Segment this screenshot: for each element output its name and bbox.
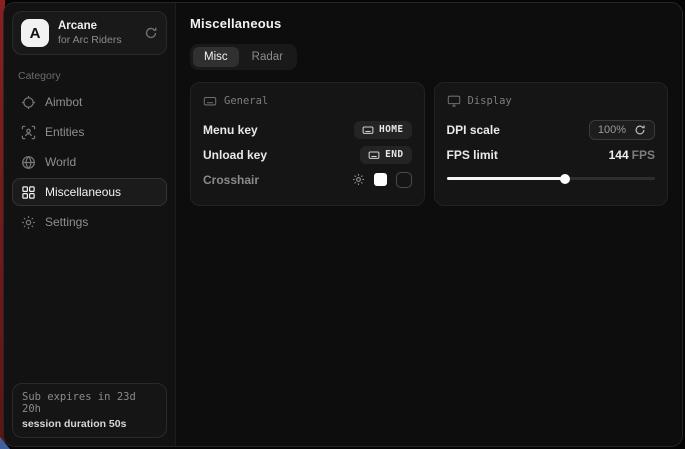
main-content: Miscellaneous Misc Radar Gene (176, 3, 682, 446)
menu-key-value: HOME (379, 124, 403, 135)
dpi-scale-control[interactable]: 100% (589, 120, 655, 140)
session-duration-text: session duration 50s (22, 418, 157, 430)
tab-misc[interactable]: Misc (193, 47, 239, 67)
page-title: Miscellaneous (190, 16, 668, 31)
crosshair-controls (352, 172, 412, 188)
sidebar-item-entities[interactable]: Entities (12, 118, 167, 146)
crosshair-color-swatch[interactable] (374, 173, 387, 186)
crosshair-settings-gear-icon[interactable] (352, 173, 365, 186)
crosshair-icon (21, 95, 36, 110)
display-panel-header: Display (447, 94, 656, 108)
general-panel-title: General (224, 95, 268, 107)
mouse-cursor (0, 437, 10, 449)
globe-icon (21, 155, 36, 170)
fps-limit-label: FPS limit (447, 148, 498, 162)
sub-expiry-text: Sub expires in 23d 20h (22, 391, 157, 415)
fps-unit: FPS (632, 148, 655, 162)
fps-limit-value: 144FPS (609, 148, 655, 162)
sidebar-item-label: Miscellaneous (45, 185, 121, 199)
keyboard-icon (362, 124, 374, 136)
crosshair-label: Crosshair (203, 173, 259, 187)
fps-limit-row: FPS limit 144FPS (447, 142, 656, 167)
refresh-icon[interactable] (634, 124, 646, 136)
fps-limit-slider[interactable] (447, 171, 656, 185)
fps-slider-thumb[interactable] (560, 174, 570, 184)
menu-key-label: Menu key (203, 123, 258, 137)
brand-card: A Arcane for Arc Riders (12, 11, 167, 55)
sidebar-nav: Aimbot Entities (12, 88, 167, 236)
app-title: Arcane (58, 19, 135, 33)
menu-key-row: Menu key HOME (203, 117, 412, 142)
unload-key-row: Unload key END (203, 142, 412, 167)
general-panel: General Menu key HOME (190, 82, 425, 206)
category-label: Category (18, 70, 167, 82)
unload-key-label: Unload key (203, 148, 267, 162)
crosshair-checkbox[interactable] (396, 172, 412, 188)
general-panel-header: General (203, 94, 412, 108)
display-panel: Display DPI scale 100% (434, 82, 669, 206)
app-subtitle: for Arc Riders (58, 34, 135, 47)
sidebar-item-label: World (45, 155, 76, 169)
sidebar-item-miscellaneous[interactable]: Miscellaneous (12, 178, 167, 206)
refresh-icon[interactable] (144, 26, 158, 40)
app-window: A Arcane for Arc Riders Category (3, 2, 683, 447)
subscription-card: Sub expires in 23d 20h session duration … (12, 383, 167, 438)
tab-radar[interactable]: Radar (241, 47, 294, 67)
app-logo: A (21, 19, 49, 47)
keyboard-icon (368, 149, 380, 161)
tab-strip: Misc Radar (190, 44, 297, 70)
unload-key-value: END (385, 149, 403, 160)
sidebar-item-label: Settings (45, 215, 88, 229)
fps-number: 144 (609, 148, 629, 162)
display-panel-title: Display (468, 95, 512, 107)
dpi-scale-row: DPI scale 100% (447, 117, 656, 142)
entities-icon (21, 125, 36, 140)
sidebar-item-settings[interactable]: Settings (12, 208, 167, 236)
dpi-scale-value: 100% (598, 124, 626, 136)
sidebar-item-label: Entities (45, 125, 84, 139)
grid-icon (21, 185, 36, 200)
monitor-icon (447, 94, 461, 108)
sidebar: A Arcane for Arc Riders Category (4, 3, 176, 446)
crosshair-row: Crosshair (203, 167, 412, 192)
keyboard-icon (203, 94, 217, 108)
dpi-scale-label: DPI scale (447, 123, 500, 137)
sidebar-item-label: Aimbot (45, 95, 82, 109)
sidebar-item-world[interactable]: World (12, 148, 167, 176)
panels-row: General Menu key HOME (190, 82, 668, 206)
sidebar-item-aimbot[interactable]: Aimbot (12, 88, 167, 116)
screen: A Arcane for Arc Riders Category (0, 0, 685, 449)
brand-text: Arcane for Arc Riders (58, 19, 135, 47)
unload-key-bind-button[interactable]: END (360, 146, 411, 164)
gear-icon (21, 215, 36, 230)
menu-key-bind-button[interactable]: HOME (354, 121, 411, 139)
fps-slider-fill (447, 177, 566, 180)
